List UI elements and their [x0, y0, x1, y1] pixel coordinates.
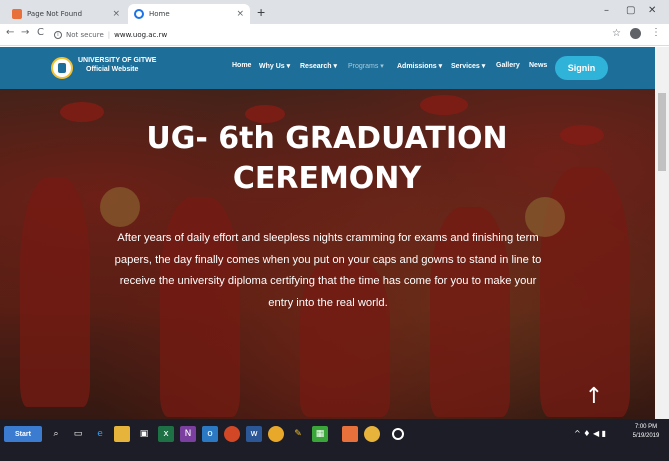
nav-gallery[interactable]: Gallery [496, 62, 520, 69]
maximize-button[interactable]: ▢ [626, 5, 635, 16]
app-icon[interactable] [224, 426, 240, 442]
hero-title-line2: CEREMONY [232, 161, 422, 196]
edge-browser-icon[interactable]: e [92, 426, 108, 442]
back-button[interactable]: ← [6, 27, 14, 38]
reload-button[interactable]: C [37, 27, 44, 38]
page-viewport: UNIVERSITY OF GITWE Official Website Hom… [0, 47, 669, 419]
profile-avatar[interactable] [630, 28, 641, 39]
address-bar: ← → C i Not secure | www.uog.ac.rw ☆ ⋮ [0, 24, 669, 46]
search-icon[interactable]: ⌕ [48, 426, 64, 442]
bookmark-star-icon[interactable]: ☆ [612, 28, 621, 39]
page-favicon-icon [12, 9, 22, 19]
tab-title: Page Not Found [27, 10, 83, 18]
nav-admissions[interactable]: Admissions ▾ [397, 62, 442, 70]
task-view-icon[interactable]: ▭ [70, 426, 86, 442]
tab-close-icon[interactable]: × [236, 9, 244, 19]
close-window-button[interactable]: ✕ [648, 5, 656, 16]
site-favicon-icon [134, 9, 144, 19]
new-tab-button[interactable]: + [257, 4, 265, 20]
url-separator: | [107, 31, 111, 39]
word-icon[interactable]: w [246, 426, 262, 442]
media-player-icon[interactable] [392, 428, 404, 440]
brand-tagline[interactable]: Official Website [86, 66, 138, 73]
scrollbar-thumb[interactable] [658, 93, 666, 171]
nav-services[interactable]: Services ▾ [451, 62, 485, 70]
brand-name[interactable]: UNIVERSITY OF GITWE [78, 57, 156, 64]
clock-time: 7:00 PM [634, 424, 658, 430]
paint-icon[interactable]: ✎ [290, 426, 306, 442]
nav-why-us[interactable]: Why Us ▾ [259, 62, 290, 70]
nav-research[interactable]: Research ▾ [300, 62, 337, 70]
tab-title: Home [149, 10, 170, 18]
url-field[interactable]: i Not secure | www.uog.ac.rw [54, 27, 614, 43]
store-icon[interactable]: ▣ [136, 426, 152, 442]
excel-icon[interactable]: x [158, 426, 174, 442]
pdf-app-icon[interactable] [342, 426, 358, 442]
outlook-icon[interactable]: o [202, 426, 218, 442]
info-icon[interactable]: i [54, 31, 62, 39]
chrome-icon[interactable] [364, 426, 380, 442]
tab-home[interactable]: Home × [128, 4, 250, 24]
clock-date: 5/19/2019 [632, 433, 660, 439]
university-logo[interactable] [51, 57, 73, 79]
terminal-icon[interactable]: ▦ [312, 426, 328, 442]
firefox-icon[interactable] [268, 426, 284, 442]
start-button[interactable]: Start [4, 426, 42, 442]
nav-home[interactable]: Home [232, 62, 251, 69]
hero-title-line1: UG- 6th GRADUATION [146, 121, 508, 156]
hero-paragraph: After years of daily effort and sleeples… [114, 232, 542, 309]
windows-taskbar: Start ⌕ ▭ e ▣ x N o w ✎ ▦ ^ ♦ ◀ ▮ 7:00 P… [0, 419, 669, 461]
security-label: Not secure [66, 31, 104, 39]
tab-close-icon[interactable]: × [112, 9, 120, 19]
minimize-button[interactable]: – [604, 5, 609, 16]
tab-page-not-found[interactable]: Page Not Found × [6, 4, 126, 24]
browser-menu-icon[interactable]: ⋮ [651, 27, 661, 38]
browser-tab-strip: Page Not Found × Home × + – ▢ ✕ [0, 0, 669, 24]
forward-button[interactable]: → [21, 27, 29, 38]
hero-title: UG- 6th GRADUATION CEREMONY [90, 119, 564, 199]
nav-programs[interactable]: Programs ▾ [348, 62, 384, 70]
file-explorer-icon[interactable] [114, 426, 130, 442]
system-tray[interactable]: ^ ♦ ◀ ▮ [574, 429, 606, 438]
nav-news[interactable]: News [529, 62, 547, 69]
url-text: www.uog.ac.rw [114, 31, 168, 39]
scroll-to-top-icon[interactable]: ↑ [580, 384, 608, 412]
onenote-icon[interactable]: N [180, 426, 196, 442]
site-navbar: UNIVERSITY OF GITWE Official Website Hom… [0, 47, 655, 89]
signin-button[interactable]: Signin [555, 56, 608, 80]
clock[interactable]: 7:00 PM 5/19/2019 [628, 423, 664, 441]
